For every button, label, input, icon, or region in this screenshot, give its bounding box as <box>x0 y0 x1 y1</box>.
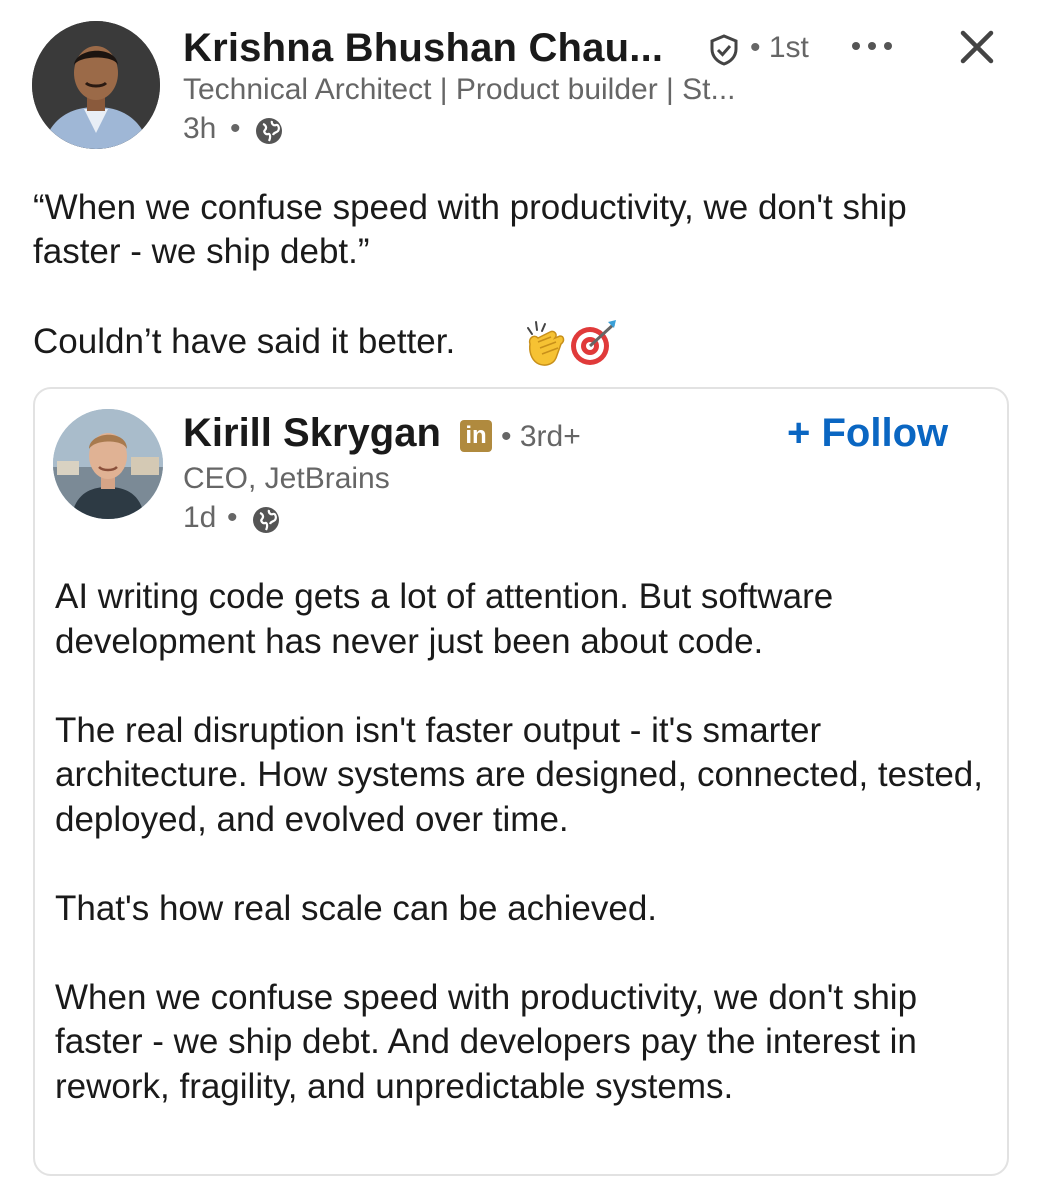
dot-separator: • <box>227 501 238 534</box>
dot-separator: • <box>750 31 761 64</box>
shared-author-avatar[interactable] <box>53 409 163 519</box>
globe-icon <box>256 118 282 144</box>
shared-author-headline: CEO, JetBrains <box>183 462 390 495</box>
shared-post-timestamp: 1d <box>183 501 217 534</box>
direct-hit-icon <box>571 320 616 365</box>
post-quote: “When we confuse speed with productivity… <box>33 188 907 271</box>
clapping-hands-icon <box>527 321 565 366</box>
degree-label: 1st <box>768 31 809 64</box>
author-avatar[interactable] <box>32 21 160 149</box>
post-timestamp: 3h <box>183 112 217 145</box>
follow-button[interactable]: + Follow <box>787 411 948 456</box>
globe-icon <box>253 507 279 533</box>
shared-paragraph: AI writing code gets a lot of attention.… <box>55 577 834 661</box>
degree-label: 3rd+ <box>519 420 581 453</box>
shared-connection-degree: • 3rd+ <box>501 420 581 454</box>
shield-check-icon <box>710 34 738 66</box>
more-dots-icon[interactable] <box>850 38 894 54</box>
close-icon[interactable] <box>958 28 996 66</box>
author-name[interactable]: Krishna Bhushan Chau... <box>183 26 663 71</box>
shared-paragraph: That's how real scale can be achieved. <box>55 888 658 928</box>
dot-separator: • <box>501 420 512 453</box>
shared-paragraph: The real disruption isn't faster output … <box>55 710 983 839</box>
shared-paragraph: When we confuse speed with productivity,… <box>55 977 918 1106</box>
shared-author-name[interactable]: Kirill Skrygan <box>183 411 441 456</box>
connection-degree: • 1st <box>750 31 809 65</box>
post-comment: Couldn’t have said it better. <box>33 322 456 361</box>
linkedin-premium-badge: in <box>460 420 492 452</box>
shared-post-body: AI writing code gets a lot of attention.… <box>55 575 995 1109</box>
feed-post: Krishna Bhushan Chau... • 1st Technical … <box>0 0 1042 1200</box>
shared-post-card[interactable]: Kirill Skrygan in • 3rd+ + Follow CEO, J… <box>33 387 1009 1176</box>
dot-separator: • <box>230 112 241 145</box>
author-headline: Technical Architect | Product builder | … <box>183 73 736 106</box>
